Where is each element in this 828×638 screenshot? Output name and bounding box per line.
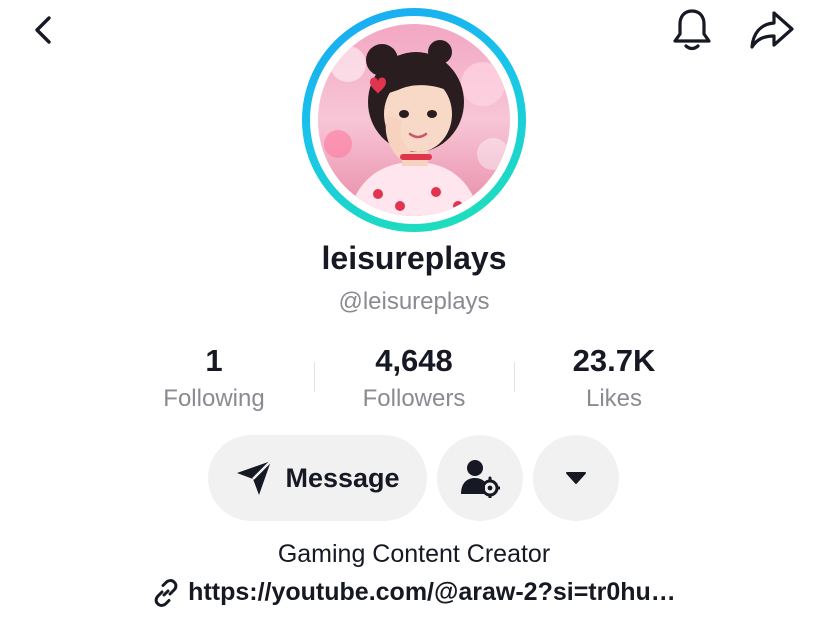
bio-link[interactable]: https://youtube.com/@araw-2?si=tr0hu… [0,578,828,607]
display-name: leisureplays [321,240,507,276]
followers-label: Followers [362,385,466,412]
avatar-image [318,24,510,216]
followers-stat[interactable]: 4,648 Followers [314,342,514,416]
profile-page: leisureplays @leisureplays 1 Following 4… [0,0,828,638]
share-button[interactable] [744,2,800,58]
bell-icon [673,9,711,51]
add-friend-button[interactable] [437,435,523,521]
bio-text: Gaming Content Creator [277,540,551,568]
bio-link-url[interactable]: https://youtube.com/@araw-2?si=tr0hu… [188,578,676,607]
avatar[interactable] [318,24,510,216]
back-button[interactable] [16,2,72,58]
avatar-story-ring[interactable] [302,8,526,232]
share-arrow-icon [750,11,794,49]
send-paper-plane-icon [237,460,273,495]
more-options-button[interactable] [533,435,619,521]
following-stat[interactable]: 1 Following [114,342,314,416]
person-gear-icon [461,460,500,498]
avatar-ring-gap [310,16,518,224]
message-button[interactable]: Message [208,435,427,521]
likes-label: Likes [585,385,643,412]
likes-count: 23.7K [572,343,656,378]
message-button-label: Message [285,462,400,493]
caret-down-icon [566,472,586,484]
notifications-button[interactable] [664,2,720,58]
chevron-left-icon [35,16,51,44]
likes-stat[interactable]: 23.7K Likes [514,342,714,416]
followers-count: 4,648 [375,343,453,378]
link-icon [154,578,178,607]
following-count: 1 [205,343,223,378]
username-handle: @leisureplays [338,288,490,315]
following-label: Following [163,385,265,412]
